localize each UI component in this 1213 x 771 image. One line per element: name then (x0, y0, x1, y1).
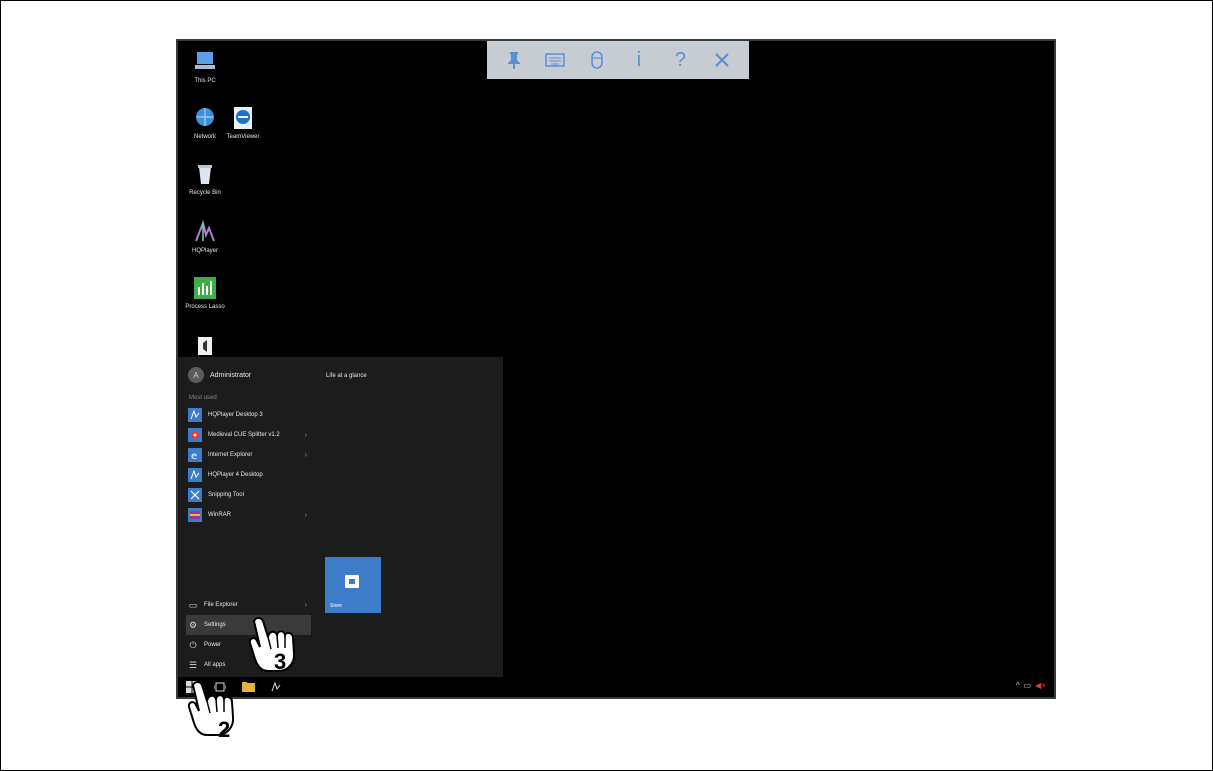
folder-icon: ▭ (188, 599, 198, 610)
desktop-icon-label: TeamViewer (226, 134, 260, 140)
desktop-icon-speaker[interactable] (178, 333, 232, 359)
gear-icon: ⚙ (188, 619, 198, 630)
app-label: HQPlayer Desktop 3 (208, 412, 263, 418)
taskbar: ^ ▭ ◀× (178, 677, 1054, 697)
desktop-icon-teamviewer[interactable]: TeamViewer (216, 105, 270, 141)
recycle-bin-icon (192, 161, 218, 187)
user-account[interactable]: A Administrator (188, 367, 251, 383)
settings-label: Settings (204, 622, 226, 628)
user-name: Administrator (210, 371, 252, 379)
page: i ? This PC Network TeamViewer Recycle B… (0, 0, 1213, 771)
winrar-icon (188, 508, 202, 522)
desktop-icon-process-lasso[interactable]: Process Lasso (178, 275, 232, 311)
hqplayer-icon (188, 408, 202, 422)
app-item-hqplayer-desktop-3[interactable]: HQPlayer Desktop 3 (188, 405, 313, 425)
most-used-list: HQPlayer Desktop 3 Medieval CUE Splitter… (188, 405, 313, 525)
network-icon[interactable]: ▭ (1024, 681, 1032, 690)
chevron-right-icon[interactable]: › (305, 432, 307, 439)
desktop-icon-label: Process Lasso (185, 304, 225, 310)
store-bag-icon (345, 575, 359, 588)
network-icon (192, 105, 218, 131)
tiles-group-title: Life at a glance (326, 373, 367, 379)
app-label: Snipping Tool (208, 492, 244, 498)
hand-pointer-callout-2: 2 (185, 677, 245, 743)
chevron-right-icon[interactable]: › (305, 452, 307, 459)
step-number: 3 (274, 649, 286, 674)
app-item-snipping-tool[interactable]: Snipping Tool (188, 485, 313, 505)
system-tray: ^ ▭ ◀× (1016, 681, 1046, 690)
process-lasso-icon (192, 275, 218, 301)
internet-explorer-icon: e (188, 448, 202, 462)
desktop-icon-recycle-bin[interactable]: Recycle Bin (178, 161, 232, 197)
file-explorer-label: File Explorer (204, 602, 238, 608)
chevron-right-icon[interactable]: › (305, 602, 307, 609)
pin-icon[interactable] (499, 45, 529, 75)
teamviewer-icon (230, 105, 256, 131)
desktop-icon-this-pc[interactable]: This PC (178, 49, 232, 85)
hqplayer-icon (271, 681, 281, 692)
help-icon[interactable]: ? (665, 45, 695, 75)
remote-control-toolbar: i ? (487, 41, 749, 79)
chevron-right-icon[interactable]: › (305, 512, 307, 519)
keyboard-icon[interactable] (540, 45, 570, 75)
remote-desktop-screen[interactable]: i ? This PC Network TeamViewer Recycle B… (176, 39, 1056, 699)
app-item-medieval-cue-splitter[interactable]: Medieval CUE Splitter v1.2 › (188, 425, 313, 445)
hand-pointer-callout-3: 3 (246, 613, 306, 677)
most-used-heading: Most used (189, 395, 217, 401)
app-item-winrar[interactable]: WinRAR › (188, 505, 313, 525)
computer-icon (192, 49, 218, 75)
list-icon: ☰ (188, 659, 198, 670)
app-label: Medieval CUE Splitter v1.2 (208, 432, 280, 438)
hqplayer-icon (188, 468, 202, 482)
hqplayer-taskbar-button[interactable] (262, 677, 290, 697)
close-icon[interactable] (707, 45, 737, 75)
snipping-tool-icon (188, 488, 202, 502)
power-icon: ⏻ (189, 639, 197, 650)
avatar: A (188, 367, 204, 383)
file-explorer-item[interactable]: ▭ File Explorer › (188, 595, 313, 615)
desktop-icon-label: This PC (194, 78, 216, 84)
desktop-icon-label: Recycle Bin (189, 190, 221, 196)
desktop-icon-label: HQPlayer (191, 248, 218, 254)
start-menu: A Administrator Most used HQPlayer Deskt… (178, 357, 503, 677)
app-label: WinRAR (208, 512, 232, 518)
speaker-icon (192, 333, 218, 359)
mouse-icon[interactable] (582, 45, 612, 75)
info-icon[interactable]: i (624, 45, 654, 75)
desktop-icon-hqplayer[interactable]: HQPlayer (178, 219, 232, 255)
all-apps-label: All apps (204, 662, 226, 668)
store-tile[interactable]: Store (325, 557, 381, 613)
app-label: Internet Explorer (208, 452, 253, 458)
step-number: 2 (218, 717, 230, 742)
power-label: Power (204, 642, 222, 648)
store-tile-label: Store (330, 603, 342, 609)
volume-muted-icon[interactable]: ◀× (1035, 681, 1046, 690)
svg-text:e: e (191, 451, 197, 462)
hqplayer-icon (192, 219, 218, 245)
cue-splitter-icon (188, 428, 202, 442)
app-item-hqplayer-4-desktop[interactable]: HQPlayer 4 Desktop (188, 465, 313, 485)
app-item-internet-explorer[interactable]: e Internet Explorer › (188, 445, 313, 465)
app-label: HQPlayer 4 Desktop (208, 472, 263, 478)
chevron-up-icon[interactable]: ^ (1016, 681, 1020, 690)
